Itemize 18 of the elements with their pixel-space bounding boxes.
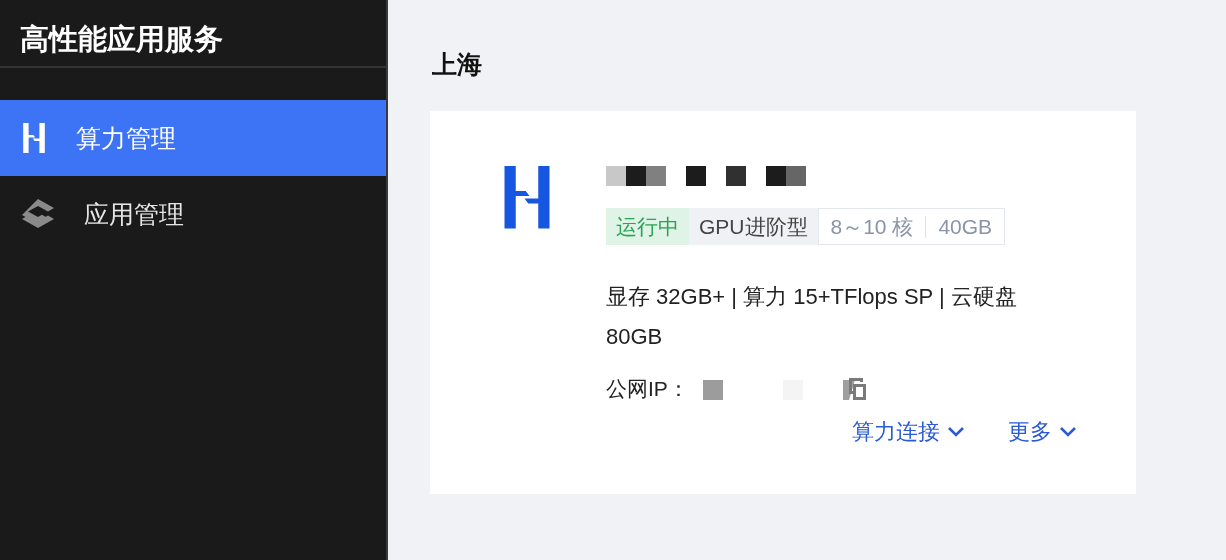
- spec-summary: 显存 32GB+ | 算力 15+TFlops SP | 云硬盘 80GB: [606, 283, 1018, 351]
- spec-value: 8～10 核: [829, 214, 915, 239]
- h-logo-icon: [502, 166, 552, 229]
- layers-icon: [22, 199, 54, 229]
- app-title: 高性能应用服务: [0, 0, 386, 68]
- sidebar-item[interactable]: 算力管理: [0, 100, 386, 176]
- dropdown-link[interactable]: 更多: [1008, 417, 1076, 447]
- copy-icon[interactable]: [846, 378, 867, 400]
- region-heading: 上海: [432, 49, 483, 80]
- dropdown-link[interactable]: 算力连接: [852, 417, 964, 447]
- status-tag: 运行中: [606, 208, 689, 245]
- type-tag: GPU进阶型: [689, 208, 818, 245]
- chevron-down-icon: [1060, 427, 1076, 437]
- spec-value: 40GB: [937, 214, 994, 239]
- sidebar-item[interactable]: 应用管理: [0, 176, 386, 252]
- chevron-down-icon: [948, 427, 964, 437]
- ip-label: 公网IP：: [606, 376, 689, 402]
- h-logo-icon: [22, 123, 46, 153]
